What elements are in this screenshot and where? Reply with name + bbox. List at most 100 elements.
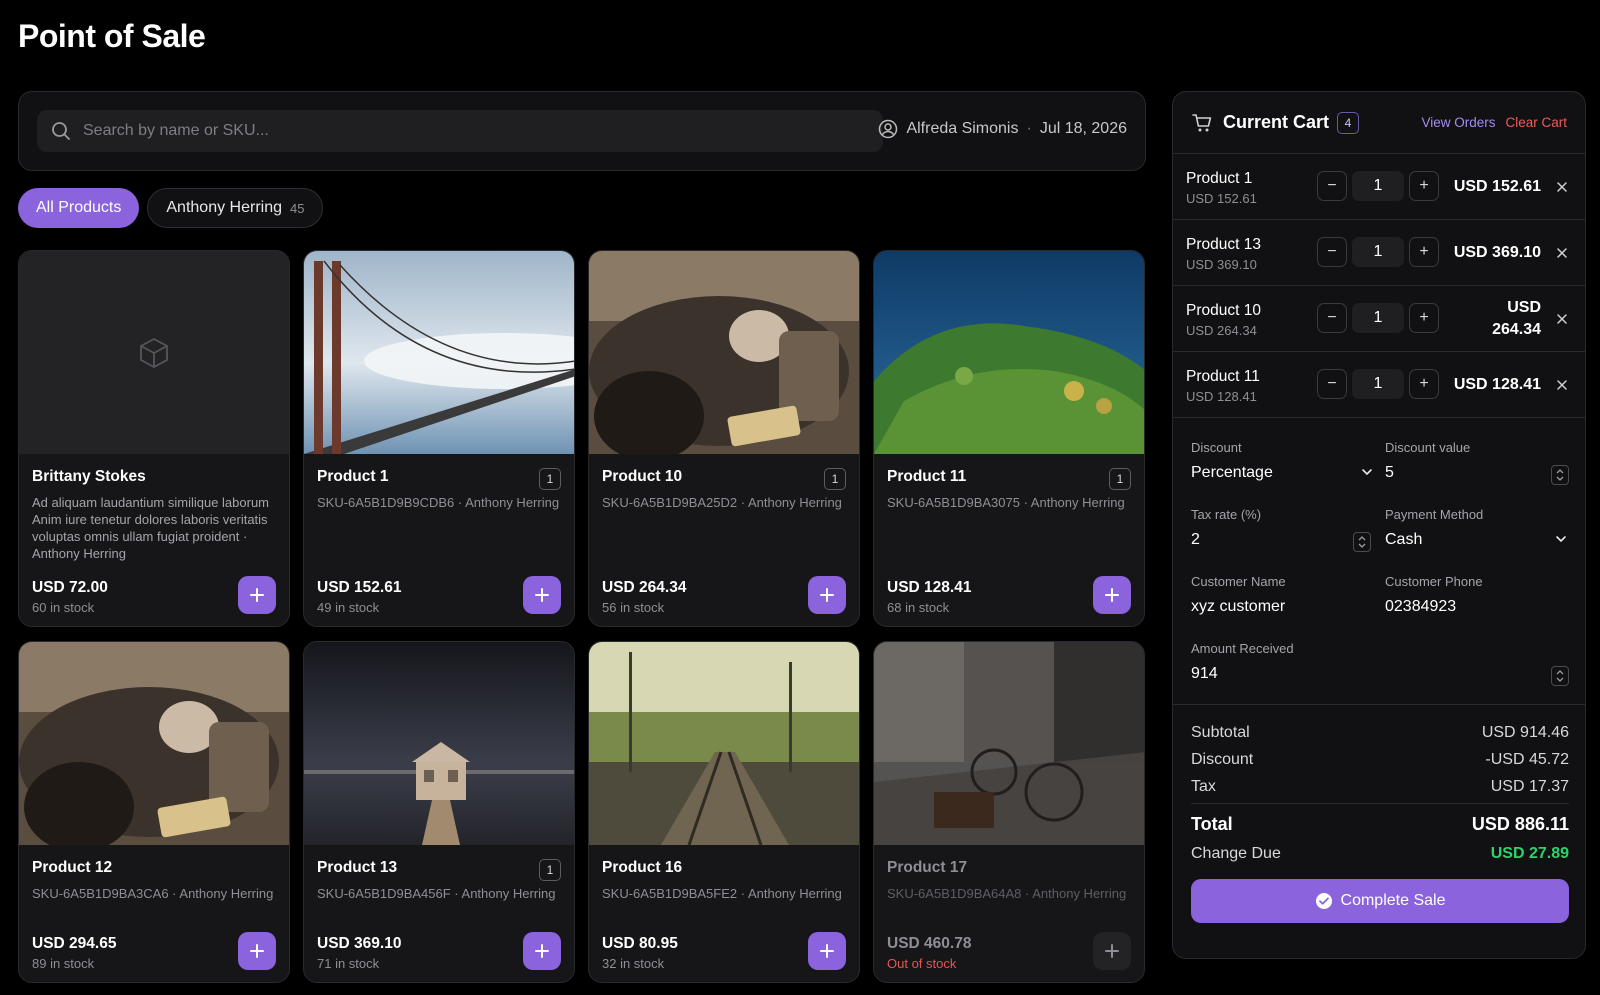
product-name: Product 16 — [602, 859, 683, 876]
amount-received-field[interactable]: Amount Received 914 — [1191, 633, 1577, 700]
decrease-qty-button[interactable]: − — [1317, 369, 1347, 399]
user-name: Alfreda Simonis — [906, 120, 1019, 137]
summary-label: Change Due — [1191, 844, 1281, 862]
product-description: Ad aliquam laudantium similique laborum … — [32, 495, 270, 561]
product-sku: SKU-6A5B1D9BA3CA6 · Anthony Herring — [32, 886, 274, 901]
number-spinner-icon[interactable] — [1551, 465, 1569, 485]
add-to-cart-button[interactable] — [1093, 576, 1131, 614]
plus-icon — [250, 944, 264, 958]
cart-item-total: USD 264.34 — [1492, 299, 1541, 338]
separator: · — [1026, 120, 1032, 137]
discount-value-input[interactable]: 5 — [1385, 464, 1394, 482]
product-sku: SKU-6A5B1D9BA5FE2 · Anthony Herring — [602, 886, 842, 901]
summary-label: Total — [1191, 813, 1233, 834]
cart-item-total: USD 369.10 — [1453, 244, 1541, 261]
discount-type-select[interactable]: Percentage — [1191, 464, 1273, 482]
cart-item: Product 13 USD 369.10 − 1 + USD 369.10 — [1173, 220, 1585, 286]
product-card[interactable]: 1 Product 13 SKU-6A5B1D9BA456F · Anthony… — [303, 641, 575, 983]
complete-sale-label: Complete Sale — [1340, 892, 1446, 909]
product-card[interactable]: Brittany Stokes Ad aliquam laudantium si… — [18, 250, 290, 627]
filter-anthony-herring[interactable]: Anthony Herring 45 — [147, 188, 324, 228]
discount-type-field[interactable]: Discount Percentage — [1191, 432, 1383, 499]
number-spinner-icon[interactable] — [1353, 532, 1371, 552]
product-price: USD 460.78 — [887, 935, 972, 952]
product-card[interactable]: Product 16 SKU-6A5B1D9BA5FE2 · Anthony H… — [588, 641, 860, 983]
filter-label: Anthony Herring — [166, 199, 282, 216]
cart-item-name: Product 11 — [1186, 368, 1260, 385]
add-to-cart-button[interactable] — [238, 576, 276, 614]
customer-phone-field[interactable]: Customer Phone 02384923 — [1385, 566, 1577, 633]
add-to-cart-button[interactable] — [238, 932, 276, 970]
order-summary: Subtotal USD 914.46 Discount -USD 45.72 Ta… — [1173, 704, 1585, 923]
field-label: Customer Name — [1191, 574, 1286, 589]
remove-item-button[interactable] — [1553, 376, 1571, 394]
product-sku: SKU-6A5B1D9B9CDB6 · Anthony Herring — [317, 495, 560, 510]
product-card[interactable]: 1 Product 10 SKU-6A5B1D9BA25D2 · Anthony… — [588, 250, 860, 627]
product-name: Product 11 — [887, 468, 967, 485]
tax-rate-field[interactable]: Tax rate (%) 2 — [1191, 499, 1383, 566]
remove-item-button[interactable] — [1553, 178, 1571, 196]
customer-phone-input[interactable]: 02384923 — [1385, 598, 1456, 616]
number-spinner-icon[interactable] — [1551, 666, 1569, 686]
add-to-cart-button[interactable] — [523, 576, 561, 614]
customer-name-input[interactable]: xyz customer — [1191, 598, 1285, 616]
close-icon — [1557, 182, 1567, 192]
increase-qty-button[interactable]: + — [1409, 303, 1439, 333]
payment-method-select[interactable]: Cash — [1385, 531, 1422, 549]
product-sku: SKU-6A5B1D9BA456F · Anthony Herring — [317, 886, 556, 901]
complete-sale-button[interactable]: Complete Sale — [1191, 879, 1569, 923]
product-card: Product 17 SKU-6A5B1D9BA64A8 · Anthony H… — [873, 641, 1145, 983]
add-to-cart-button[interactable] — [808, 576, 846, 614]
decrease-qty-button[interactable]: − — [1317, 171, 1347, 201]
product-name: Product 13 — [317, 859, 398, 876]
current-date: Jul 18, 2026 — [1039, 120, 1127, 137]
cart-panel: Current Cart 4 View Orders Clear Cart Pr… — [1172, 91, 1586, 959]
customer-name-field[interactable]: Customer Name xyz customer — [1191, 566, 1383, 633]
quantity-value[interactable]: 1 — [1352, 171, 1404, 201]
remove-item-button[interactable] — [1553, 244, 1571, 262]
decrease-qty-button[interactable]: − — [1317, 237, 1347, 267]
remove-item-button[interactable] — [1553, 310, 1571, 328]
railroad-track-photo — [589, 642, 859, 845]
add-to-cart-button[interactable] — [523, 932, 561, 970]
search-input[interactable] — [83, 122, 883, 140]
discount-value-field[interactable]: Discount value 5 — [1385, 432, 1577, 499]
cart-title: Current Cart — [1223, 112, 1330, 132]
clear-cart-link[interactable]: Clear Cart — [1505, 115, 1567, 130]
product-image-car — [19, 642, 289, 845]
quantity-value[interactable]: 1 — [1352, 369, 1404, 399]
product-name: Product 1 — [317, 468, 389, 485]
cart-item-total: USD 152.61 — [1453, 178, 1541, 195]
add-to-cart-button[interactable] — [808, 932, 846, 970]
amount-received-input[interactable]: 914 — [1191, 665, 1218, 683]
in-cart-badge: 1 — [824, 468, 846, 490]
quantity-value[interactable]: 1 — [1352, 303, 1404, 333]
tax-rate-input[interactable]: 2 — [1191, 531, 1200, 549]
search-box[interactable] — [37, 110, 883, 152]
decrease-qty-button[interactable]: − — [1317, 303, 1347, 333]
check-circle-icon — [1315, 893, 1332, 909]
summary-label: Tax — [1191, 777, 1216, 795]
view-orders-link[interactable]: View Orders — [1421, 115, 1495, 130]
plus-icon — [820, 588, 834, 602]
shopping-cart-icon — [1192, 113, 1212, 131]
page-title: Point of Sale — [18, 18, 206, 54]
summary-value: USD 914.46 — [1481, 723, 1569, 741]
product-card[interactable]: Product 12 SKU-6A5B1D9BA3CA6 · Anthony H… — [18, 641, 290, 983]
summary-value: USD 886.11 — [1471, 813, 1569, 834]
quantity-value[interactable]: 1 — [1352, 237, 1404, 267]
product-card[interactable]: 1 Product 1 SKU-6A5B1D9B9CDB6 · Anthony … — [303, 250, 575, 627]
product-price: USD 128.41 — [887, 579, 972, 596]
summary-discount: Discount -USD 45.72 — [1191, 746, 1569, 773]
product-card[interactable]: 1 Product 11 SKU-6A5B1D9BA3075 · Anthony… — [873, 250, 1145, 627]
filter-all-products[interactable]: All Products — [18, 188, 140, 228]
product-price: USD 369.10 — [317, 935, 402, 952]
product-stock: Out of stock — [887, 956, 957, 971]
product-stock: 56 in stock — [602, 600, 665, 615]
payment-method-field[interactable]: Payment Method Cash — [1385, 499, 1577, 566]
product-stock: 32 in stock — [602, 956, 665, 971]
cart-item: Product 1 USD 152.61 − 1 + USD 152.61 — [1173, 154, 1585, 220]
search-icon — [52, 122, 70, 140]
close-icon — [1557, 314, 1567, 324]
quantity-stepper: − 1 + — [1317, 171, 1439, 201]
